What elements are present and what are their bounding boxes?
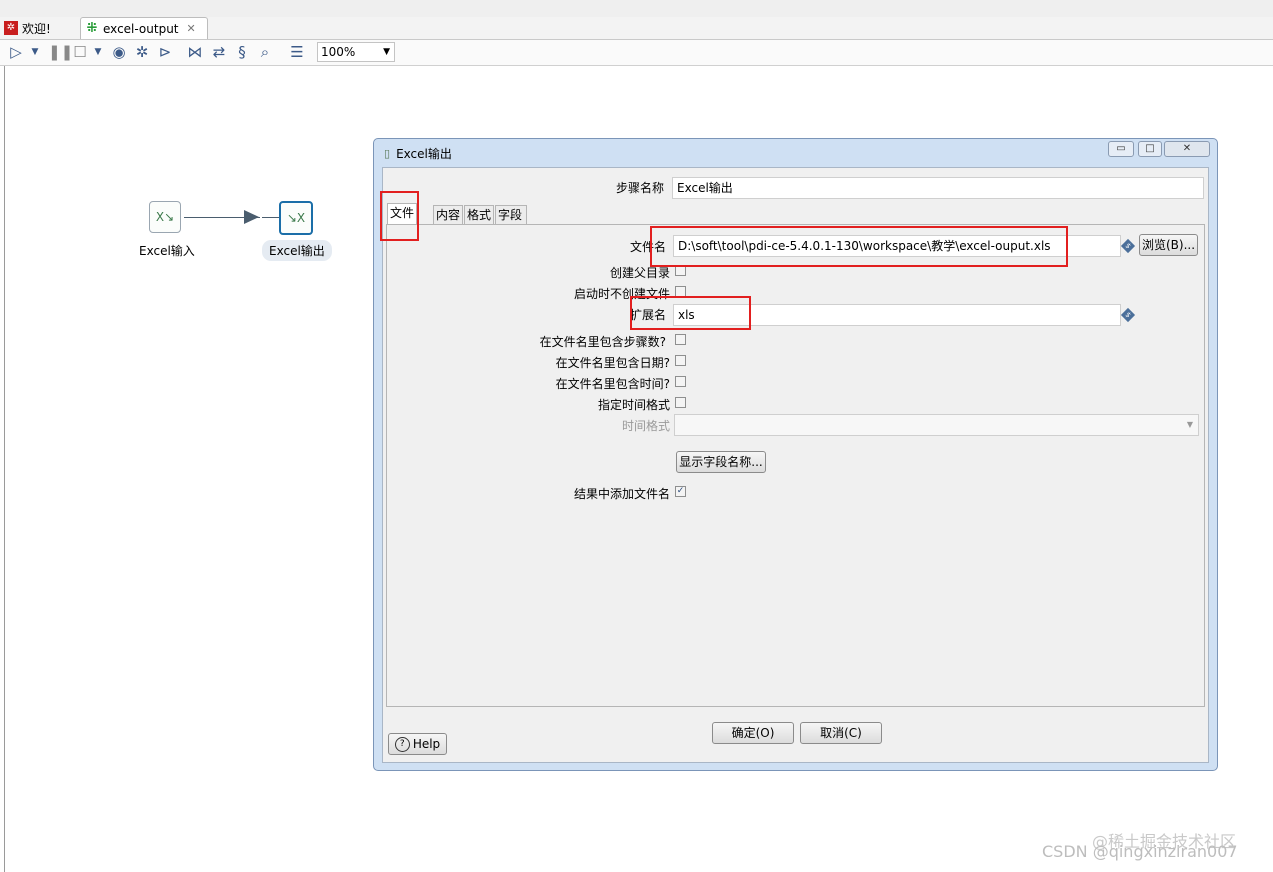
ok-button[interactable]: 确定(O) [712,722,794,744]
help-button[interactable]: ? Help [388,733,447,755]
stop-icon[interactable]: ☐ [72,43,88,61]
zoom-value: 100% [321,45,356,59]
zoom-select[interactable]: 100% ▼ [317,42,395,62]
specify-format-label: 指定时间格式 [597,398,670,412]
excel-input-label: Excel输入 [139,244,195,258]
preview-icon[interactable]: ◉ [110,43,128,61]
dialog-titlebar: ▯ Excel输出 [384,145,452,162]
welcome-icon: ✲ [4,21,18,35]
canvas-border [4,66,5,872]
excel-output-step[interactable]: ↘X [279,201,313,235]
browse-button[interactable]: 浏览(B)... [1139,234,1198,256]
excel-output-label: Excel输出 [262,240,332,261]
impact-icon[interactable]: ⇄ [210,43,228,61]
maximize-button[interactable]: □ [1138,141,1162,157]
tab-content[interactable]: 内容 [433,205,463,225]
add-to-result-label: 结果中添加文件名 [573,487,670,501]
add-to-result-checkbox[interactable]: ✓ [675,486,686,497]
include-stepnr-checkbox[interactable] [675,334,686,345]
editor-tab-bar: ✲ 欢迎! ⁜ excel-output ✕ [0,17,1273,40]
chevron-down-icon: ▼ [1186,420,1193,429]
specify-format-checkbox[interactable] [675,397,686,408]
chevron-down-icon: ▼ [383,47,390,57]
hop-line-tail [262,217,279,218]
include-time-label: 在文件名里包含时间? [555,377,670,391]
dialog-title: Excel输出 [396,147,452,161]
help-button-label: Help [412,737,441,751]
run-icon[interactable]: ▷ [8,43,24,61]
toolbar: ▷ ▼ ❚❚ ☐ ▼ ◉ ✲ ⊳ ⋈ ⇄ § ⌕ ☰ 100% ▼ [0,40,1273,66]
sql-icon[interactable]: § [233,43,251,61]
include-time-checkbox[interactable] [675,376,686,387]
tab-welcome[interactable]: ✲ 欢迎! [4,17,78,39]
step-name-label: 步骤名称 [615,181,664,195]
transformation-icon: ⁜ [86,20,98,36]
excel-output-icon: ↘X [286,211,306,225]
tab-excel-output-label: excel-output [103,21,179,36]
tab-excel-output[interactable]: ⁜ excel-output ✕ [80,17,208,39]
hop-arrow-icon [244,210,259,224]
verify-icon[interactable]: ⋈ [186,43,204,61]
highlight-box-extension [630,296,751,330]
tab-fields[interactable]: 字段 [495,205,527,225]
time-format-label: 时间格式 [621,419,670,433]
show-fields-button[interactable]: 显示字段名称... [676,451,766,473]
explore-db-icon[interactable]: ⌕ [256,43,274,61]
replay-icon[interactable]: ⊳ [156,43,174,61]
dialog-step-icon: ▯ [384,147,391,160]
include-stepnr-label: 在文件名里包含步骤数? [539,335,666,349]
stop-options-dropdown-icon[interactable]: ▼ [93,43,103,61]
show-results-icon[interactable]: ☰ [287,43,307,61]
excel-input-step[interactable]: X↘ [149,201,181,233]
include-date-checkbox[interactable] [675,355,686,366]
help-icon: ? [394,736,410,752]
debug-icon[interactable]: ✲ [133,43,151,61]
time-format-select[interactable]: ▼ [674,414,1199,436]
minimize-button[interactable]: ▭ [1108,141,1134,157]
watermark-line2: CSDN @qingxinziran007 [1042,842,1238,861]
close-button[interactable]: ✕ [1164,141,1210,157]
run-options-dropdown-icon[interactable]: ▼ [30,43,40,61]
highlight-box-file-tab [380,191,419,241]
pause-icon[interactable]: ❚❚ [48,43,73,61]
tab-welcome-label: 欢迎! [22,21,51,36]
step-name-input[interactable]: Excel输出 [672,177,1204,199]
top-strip [0,0,1273,17]
highlight-box-filename [650,226,1068,267]
close-tab-icon[interactable]: ✕ [187,22,196,35]
tab-format[interactable]: 格式 [464,205,494,225]
include-date-label: 在文件名里包含日期? [555,356,670,370]
cancel-button[interactable]: 取消(C) [800,722,882,744]
excel-input-icon: X↘ [155,210,175,224]
file-tab-panel [386,224,1205,707]
